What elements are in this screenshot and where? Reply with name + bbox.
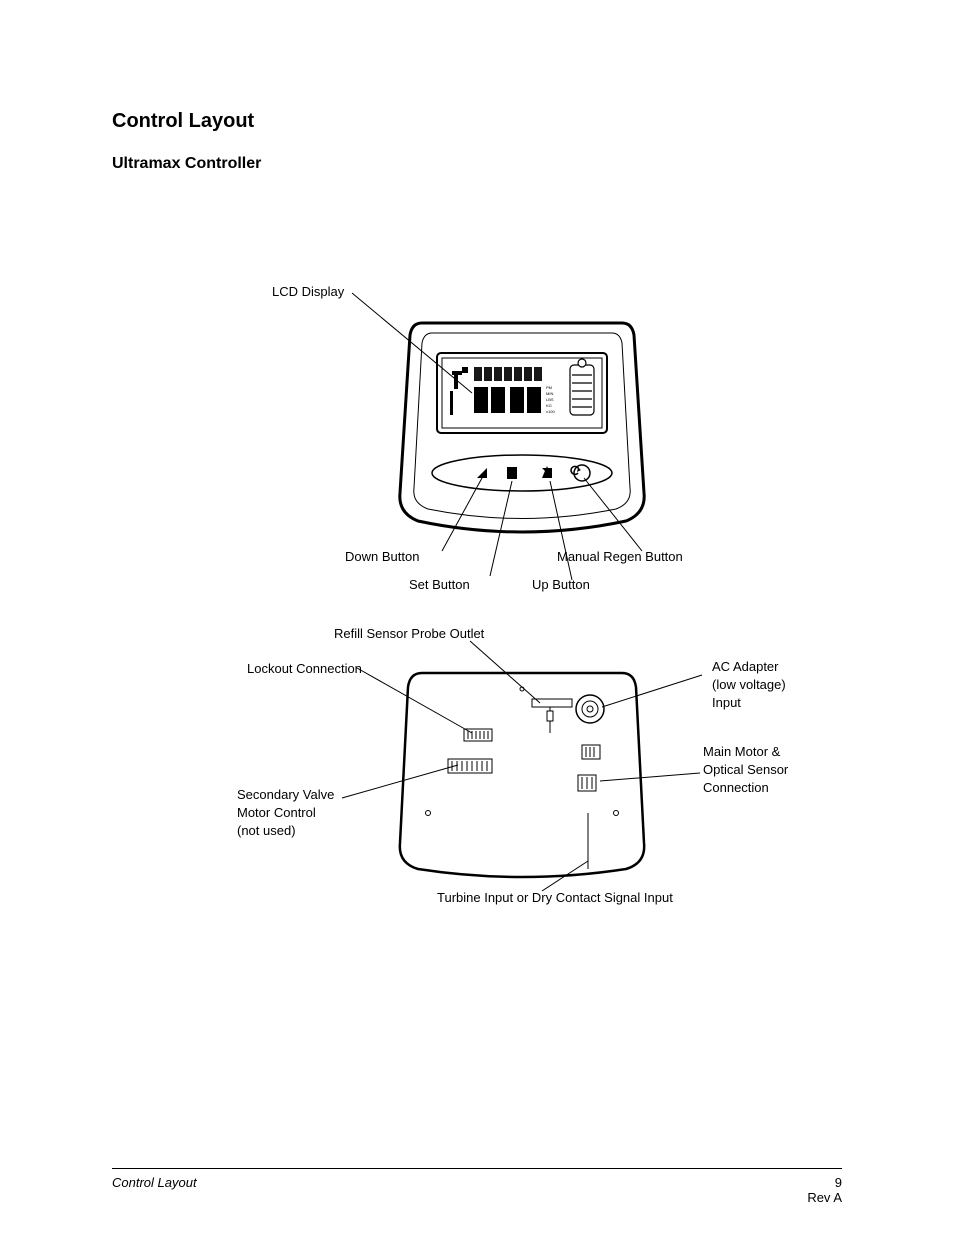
page-subtitle: Ultramax Controller bbox=[112, 155, 842, 173]
label-secondary-3: (not used) bbox=[237, 822, 296, 840]
page-footer: Control Layout 9 Rev A bbox=[112, 1168, 842, 1205]
label-secondary-1: Secondary Valve bbox=[237, 786, 334, 804]
page-title: Control Layout bbox=[112, 110, 842, 133]
label-lcd-display: LCD Display bbox=[272, 283, 344, 301]
label-turbine: Turbine Input or Dry Contact Signal Inpu… bbox=[437, 889, 673, 907]
label-refill-sensor: Refill Sensor Probe Outlet bbox=[334, 625, 484, 643]
label-secondary-2: Motor Control bbox=[237, 804, 316, 822]
footer-section: Control Layout bbox=[112, 1175, 197, 1205]
label-ac-adapter-2: (low voltage) bbox=[712, 676, 786, 694]
label-main-motor-1: Main Motor & bbox=[703, 743, 780, 761]
label-lockout: Lockout Connection bbox=[247, 660, 362, 678]
label-down-button: Down Button bbox=[345, 548, 419, 566]
label-ac-adapter-3: Input bbox=[712, 694, 741, 712]
label-up-button: Up Button bbox=[532, 576, 590, 594]
label-set-button: Set Button bbox=[409, 576, 470, 594]
footer-revision: Rev A bbox=[807, 1190, 842, 1205]
label-main-motor-3: Connection bbox=[703, 779, 769, 797]
label-main-motor-2: Optical Sensor bbox=[703, 761, 788, 779]
controller-diagram: PM MIN LBS KG x100 bbox=[112, 283, 832, 943]
label-manual-regen: Manual Regen Button bbox=[557, 548, 683, 566]
label-ac-adapter-1: AC Adapter bbox=[712, 658, 779, 676]
top-leader-lines bbox=[112, 283, 832, 623]
footer-page-number: 9 bbox=[835, 1175, 842, 1190]
